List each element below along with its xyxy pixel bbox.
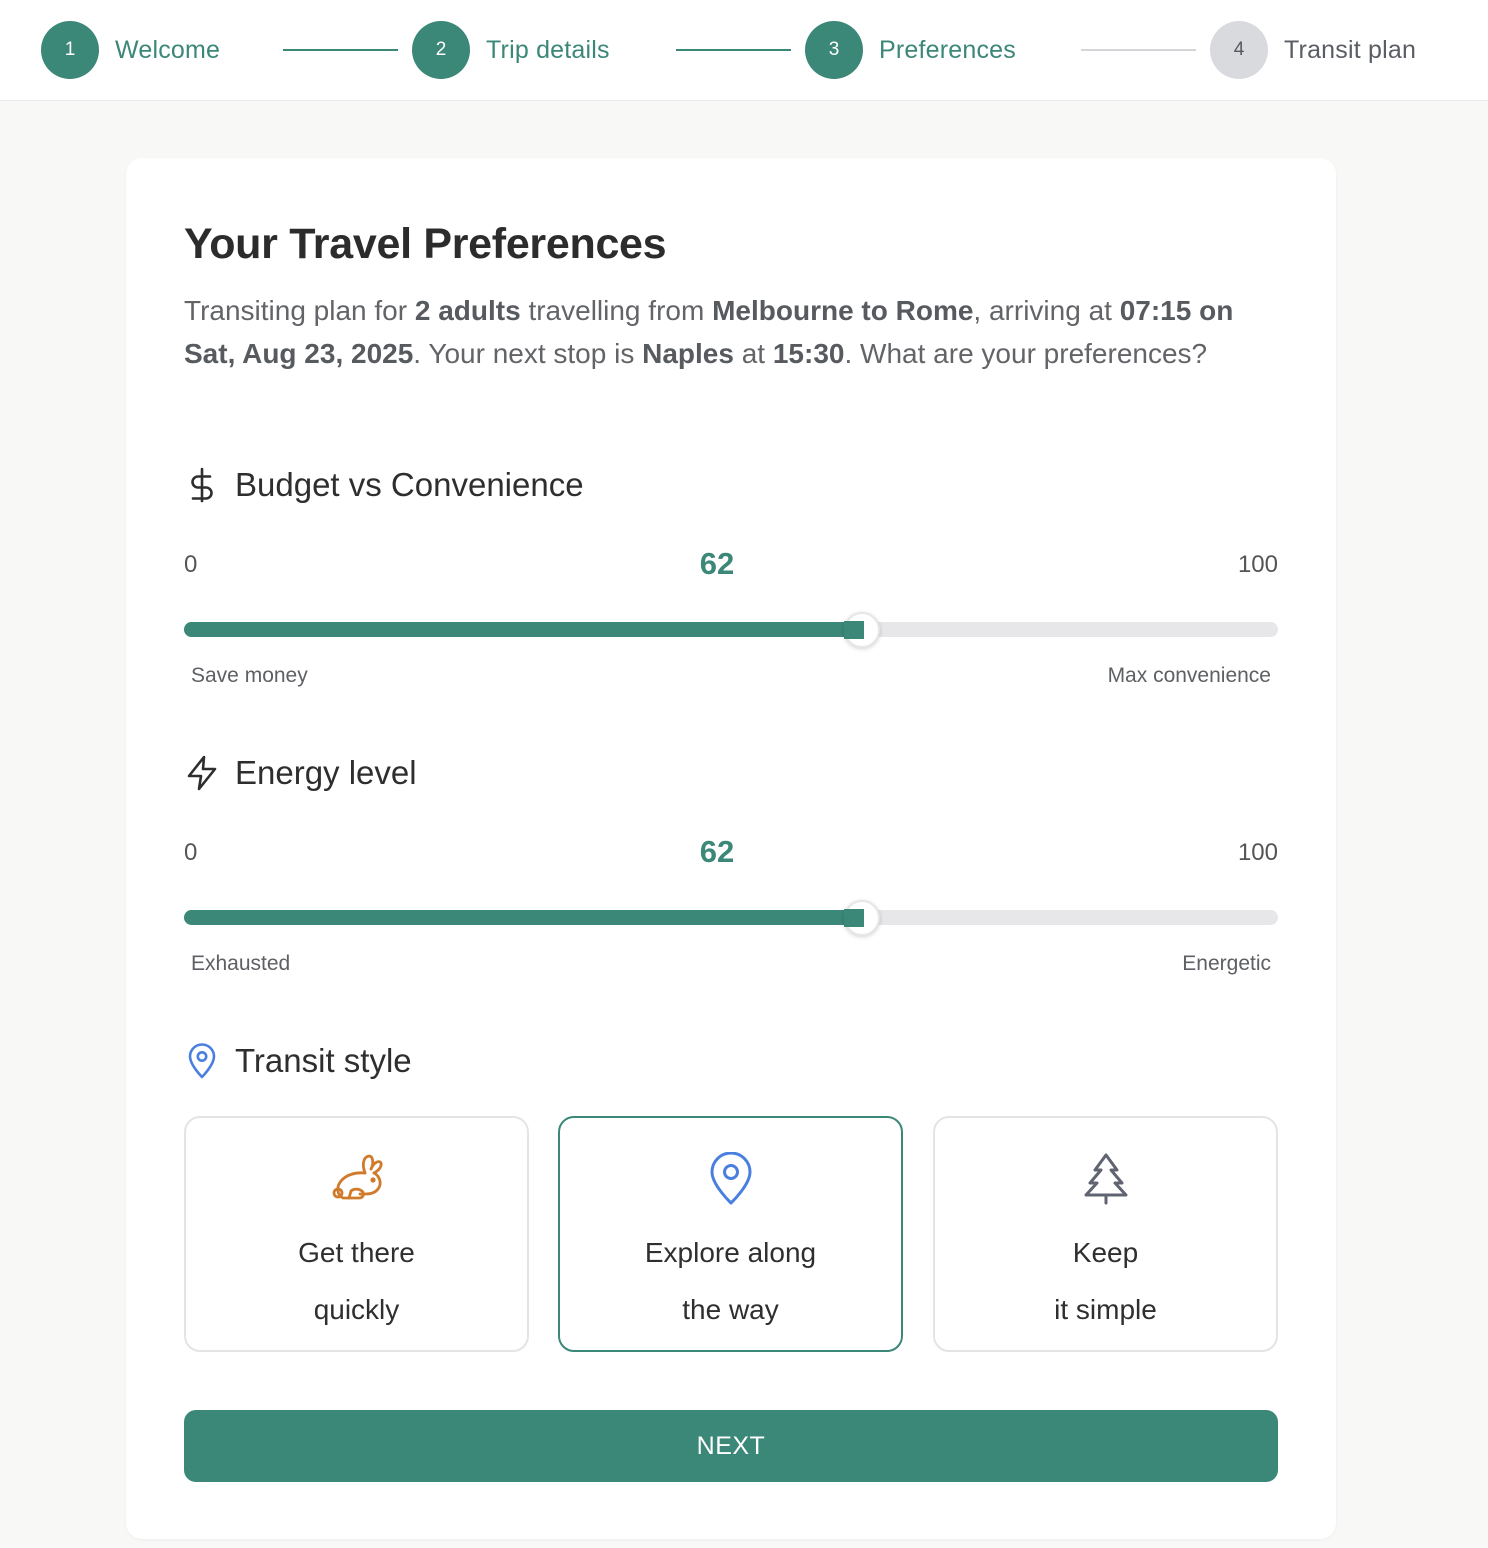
step-number: 1 — [41, 21, 99, 79]
tree-icon — [1082, 1152, 1130, 1206]
step-number: 3 — [805, 21, 863, 79]
energy-heading: Energy level — [235, 754, 417, 791]
step-connector — [1081, 49, 1196, 51]
step-number: 4 — [1210, 21, 1268, 79]
option-get-there-quickly[interactable]: Get there quickly — [184, 1116, 529, 1352]
step-trip-details[interactable]: 2 Trip details — [412, 21, 610, 79]
page-title: Your Travel Preferences — [184, 220, 667, 268]
energy-low-hint: Exhausted — [191, 952, 291, 975]
step-connector — [283, 49, 398, 51]
option-label-line: the way — [682, 1294, 779, 1325]
summary-adults: 2 adults — [414, 295, 521, 326]
summary-next-stop: Naples — [642, 338, 734, 369]
energy-section-header: Energy level — [184, 754, 417, 792]
energy-high-hint: Energetic — [1182, 952, 1271, 975]
summary-text: . What are your preferences? — [844, 338, 1208, 369]
energy-slider-fill — [184, 910, 863, 925]
budget-low-hint: Save money — [191, 664, 308, 687]
summary-text: travelling from — [520, 295, 713, 326]
option-label-line: Get there — [298, 1237, 415, 1268]
summary-text: Transiting plan for — [184, 295, 415, 326]
lightning-icon — [184, 755, 220, 791]
energy-value: 62 — [699, 834, 735, 869]
step-label: Trip details — [486, 35, 610, 64]
summary-text: at — [733, 338, 773, 369]
energy-max-label: 100 — [1237, 839, 1278, 866]
option-label: Keep it simple — [1054, 1224, 1157, 1338]
summary-route: Melbourne to Rome — [712, 295, 974, 326]
summary-text: . Your next stop is — [413, 338, 643, 369]
step-number: 2 — [412, 21, 470, 79]
step-preferences[interactable]: 3 Preferences — [805, 21, 1016, 79]
step-label: Transit plan — [1284, 35, 1417, 64]
next-button[interactable]: NEXT — [184, 1410, 1278, 1482]
dollar-icon — [184, 467, 220, 503]
map-pin-icon — [184, 1043, 220, 1079]
option-label-line: it simple — [1054, 1294, 1157, 1325]
budget-slider[interactable] — [184, 611, 1278, 648]
summary-text: , arriving at — [973, 295, 1120, 326]
energy-slider-thumb[interactable] — [844, 899, 881, 936]
energy-slider[interactable] — [184, 899, 1278, 936]
step-connector — [676, 49, 791, 51]
option-keep-it-simple[interactable]: Keep it simple — [933, 1116, 1278, 1352]
map-pin-icon — [708, 1152, 754, 1206]
transit-style-section-header: Transit style — [184, 1042, 412, 1080]
option-label: Get there quickly — [298, 1224, 415, 1338]
option-label: Explore along the way — [645, 1224, 816, 1338]
option-label-line: quickly — [313, 1294, 400, 1325]
step-transit-plan[interactable]: 4 Transit plan — [1210, 21, 1416, 79]
budget-high-hint: Max convenience — [1107, 664, 1271, 687]
step-welcome[interactable]: 1 Welcome — [41, 21, 220, 79]
rabbit-icon — [329, 1152, 385, 1206]
transit-style-heading: Transit style — [235, 1042, 412, 1079]
budget-slider-fill — [184, 622, 863, 637]
progress-stepper: 1 Welcome 2 Trip details 3 Preferences 4… — [0, 0, 1488, 101]
option-explore-along-the-way[interactable]: Explore along the way — [558, 1116, 903, 1352]
transit-style-options: Get there quickly Explore along the way — [184, 1116, 1278, 1352]
budget-value: 62 — [699, 546, 735, 581]
budget-slider-thumb[interactable] — [844, 611, 881, 648]
option-label-line: Explore along — [644, 1237, 817, 1268]
budget-max-label: 100 — [1237, 551, 1278, 578]
step-label: Preferences — [879, 35, 1016, 64]
option-label-line: Keep — [1072, 1237, 1139, 1268]
summary-next-time: 15:30 — [772, 338, 845, 369]
step-label: Welcome — [115, 35, 221, 64]
preferences-card: Your Travel Preferences Transiting plan … — [126, 158, 1336, 1539]
trip-summary: Transiting plan for 2 adults travelling … — [184, 289, 1284, 375]
budget-heading: Budget vs Convenience — [235, 466, 584, 503]
budget-section-header: Budget vs Convenience — [184, 466, 584, 504]
